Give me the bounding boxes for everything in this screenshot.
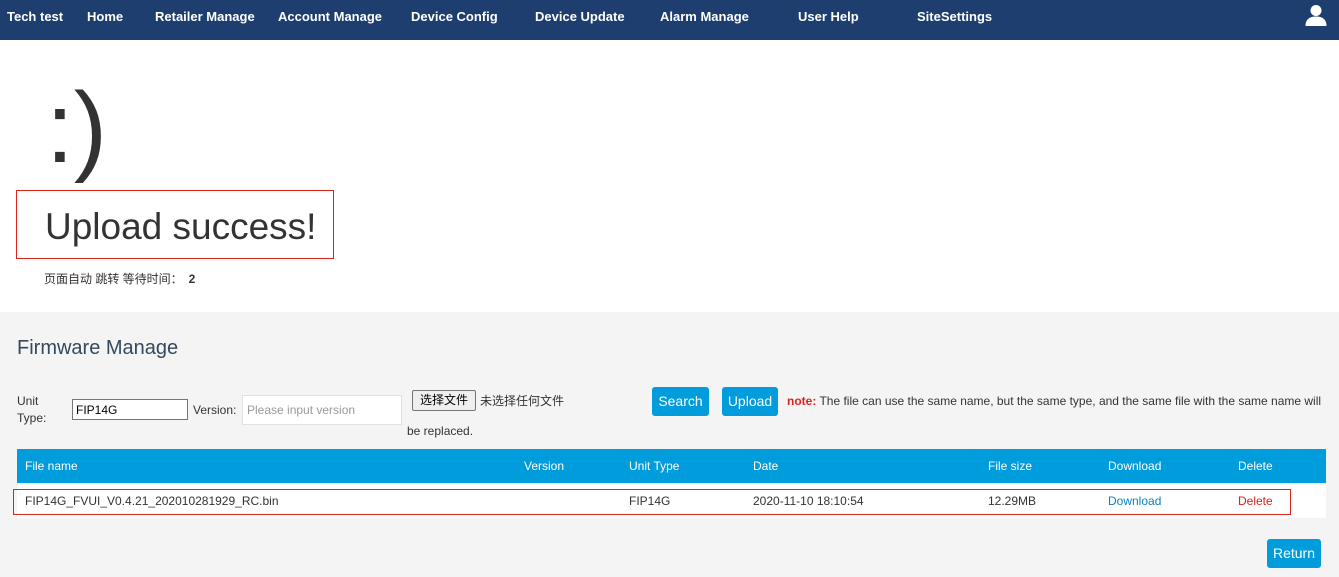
redirect-countdown: 页面自动 跳转 等待时间： 2: [44, 271, 195, 287]
column-header-date: Date: [753, 459, 779, 473]
column-header-download: Download: [1108, 459, 1162, 473]
search-button[interactable]: Search: [652, 387, 709, 416]
unit-type-input[interactable]: [72, 399, 188, 420]
top-nav: Tech test Home Retailer Manage Account M…: [0, 0, 1339, 40]
note-body: The file can use the same name, but the …: [819, 394, 1322, 408]
nav-item-alarm-manage[interactable]: Alarm Manage: [660, 9, 749, 24]
note-body-continued: be replaced.: [407, 424, 474, 438]
delete-link[interactable]: Delete: [1238, 494, 1273, 508]
nav-brand[interactable]: Tech test: [7, 9, 63, 24]
cell-file-name: FIP14G_FVUI_V0.4.21_202010281929_RC.bin: [25, 494, 279, 508]
redirect-seconds: 2: [188, 272, 196, 286]
cell-date: 2020-11-10 18:10:54: [753, 494, 864, 508]
page-title: Firmware Manage: [17, 337, 179, 359]
version-label: Version:: [193, 403, 237, 417]
download-link[interactable]: Download: [1108, 494, 1161, 508]
nav-item-user-help[interactable]: User Help: [798, 9, 859, 24]
choose-file-button[interactable]: 选择文件: [412, 390, 476, 411]
note-label: note:: [787, 394, 817, 408]
firmware-panel: [0, 312, 1339, 577]
redirect-text: 页面自动 跳转 等待时间：: [44, 272, 183, 286]
nav-item-device-config[interactable]: Device Config: [411, 9, 498, 24]
nav-item-device-update[interactable]: Device Update: [535, 9, 625, 24]
column-header-version: Version: [524, 459, 565, 473]
nav-item-site-settings[interactable]: SiteSettings: [917, 9, 992, 24]
column-header-delete: Delete: [1238, 459, 1273, 473]
return-button[interactable]: Return: [1267, 539, 1321, 568]
smiley-face: :): [46, 72, 108, 184]
no-file-selected-text: 未选择任何文件: [480, 394, 565, 408]
column-header-unit-type: Unit Type: [629, 459, 680, 473]
unit-type-label: Unit Type:: [17, 394, 47, 425]
nav-item-account-manage[interactable]: Account Manage: [278, 9, 382, 24]
note-text: note: The file can use the same name, bu…: [787, 393, 1321, 409]
cell-unit-type: FIP14G: [629, 494, 671, 508]
column-header-file-name: File name: [25, 459, 78, 473]
nav-item-retailer-manage[interactable]: Retailer Manage: [155, 9, 255, 24]
user-icon[interactable]: [1304, 3, 1328, 27]
column-header-file-size: File size: [988, 459, 1033, 473]
nav-item-home[interactable]: Home: [87, 9, 123, 24]
version-input[interactable]: [242, 395, 402, 425]
upload-success-message: Upload success!: [45, 206, 317, 247]
cell-file-size: 12.29MB: [988, 494, 1037, 508]
upload-button[interactable]: Upload: [722, 387, 778, 416]
